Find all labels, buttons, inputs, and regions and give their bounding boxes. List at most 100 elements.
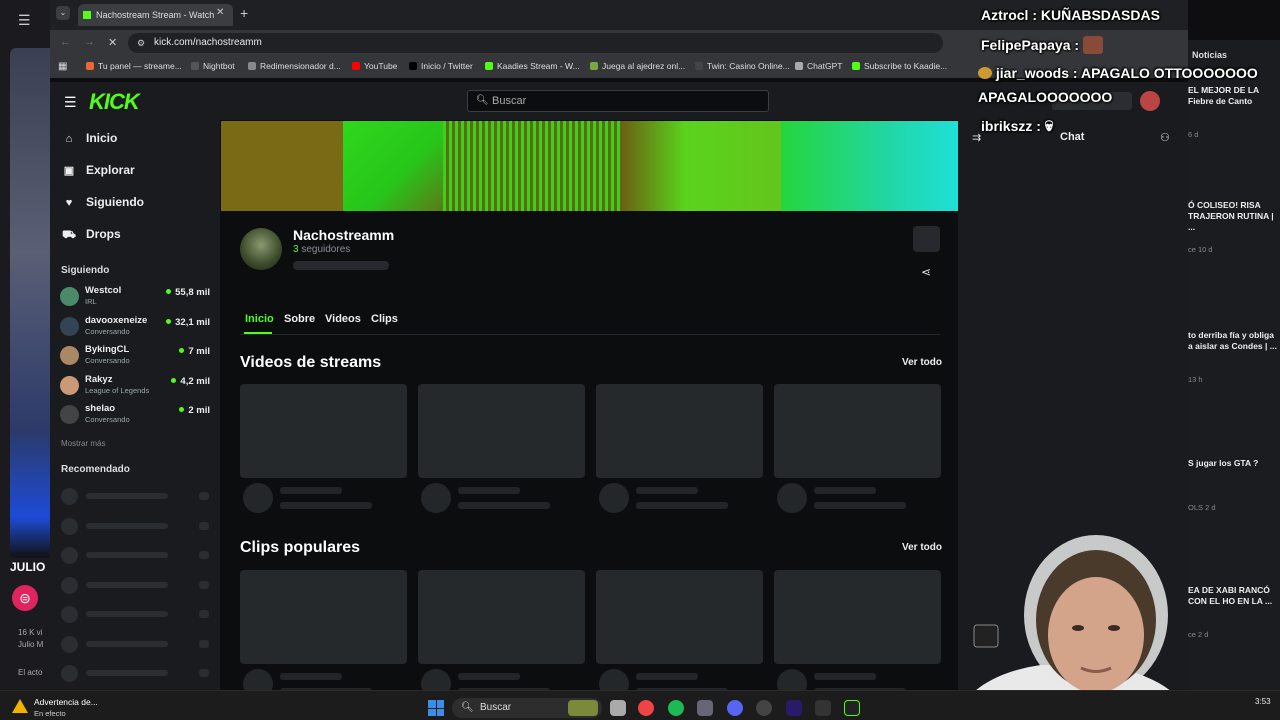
see-all-clips-link[interactable]: Ver todo	[902, 542, 942, 553]
search-input[interactable]: 🔍︎ Buscar	[467, 90, 769, 112]
news-heading: Noticias	[1192, 50, 1228, 60]
adjacent-text: El acto	[18, 668, 43, 677]
nav-label: Siguiendo	[86, 195, 144, 209]
clip-card-placeholder[interactable]	[596, 570, 763, 664]
news-item-title[interactable]: to derriba fía y obliga a aislar as Cond…	[1188, 330, 1280, 352]
bookmark-item[interactable]: Subscribe to Kaadie...	[852, 61, 947, 71]
nav-drops[interactable]: ⛟ Drops	[62, 227, 121, 243]
app-icon[interactable]	[697, 700, 713, 716]
bookmark-item[interactable]: YouTube	[352, 61, 397, 71]
sidebar-toggle-icon[interactable]: ☰	[64, 94, 77, 111]
kick-app-icon[interactable]	[844, 700, 860, 716]
tab-search-icon[interactable]: ⌄	[56, 6, 70, 20]
channel-avatar[interactable]	[240, 228, 282, 270]
file-explorer-icon[interactable]	[610, 700, 626, 716]
microphone	[973, 624, 999, 648]
collapse-chat-icon[interactable]: ⇉	[972, 131, 981, 144]
bookmark-favicon-icon	[590, 62, 598, 70]
tab-clips[interactable]: Clips	[371, 313, 398, 325]
warning-icon[interactable]	[12, 699, 28, 713]
placeholder-text	[636, 487, 698, 494]
bookmark-item[interactable]: Kaadies Stream - W...	[485, 61, 580, 71]
users-icon[interactable]: ⚇	[1160, 131, 1170, 144]
following-category: Conversando	[85, 356, 130, 365]
menu-icon[interactable]: ☰	[18, 12, 31, 29]
bookmark-item[interactable]: Nightbot	[191, 61, 235, 71]
news-item-title[interactable]: EL MEJOR DE LA Fiebre de Canto	[1188, 85, 1280, 107]
tab-sobre[interactable]: Sobre	[284, 313, 315, 325]
news-item-meta: 13 h	[1188, 375, 1203, 384]
bookmark-item[interactable]: ChatGPT	[795, 61, 842, 71]
url-bar[interactable]: ⚙ kick.com/nachostreamm	[128, 33, 943, 53]
home-icon: ⌂	[65, 133, 73, 145]
bookmark-item[interactable]: Twin: Casino Online...	[695, 61, 790, 71]
news-item-title[interactable]: S jugar los GTA ?	[1188, 458, 1280, 469]
clip-card-placeholder[interactable]	[418, 570, 585, 664]
app-icon[interactable]	[815, 700, 831, 716]
browser-tab[interactable]: Nachostream Stream - Watch	[78, 4, 233, 26]
search-icon: 🔍︎	[476, 95, 489, 106]
compass-icon: ▣	[63, 165, 75, 177]
video-card-placeholder[interactable]	[240, 384, 407, 478]
nav-home[interactable]: ⌂ Inicio	[62, 131, 118, 145]
bookmark-favicon-icon	[352, 62, 360, 70]
nav-following[interactable]: ♥ Siguiendo	[62, 195, 144, 209]
video-card-placeholder[interactable]	[418, 384, 585, 478]
news-item-title[interactable]: EA DE XABI RANCÓ CON EL HO EN LA ...	[1188, 585, 1280, 607]
stop-loading-icon[interactable]: ✕	[108, 36, 117, 49]
placeholder-text	[280, 502, 372, 509]
user-avatar[interactable]	[1140, 91, 1160, 111]
following-channel-bykingcl[interactable]: BykingCL Conversando 7 mil	[60, 344, 210, 370]
followers-number: 3	[293, 244, 299, 255]
site-info-icon[interactable]: ⚙	[137, 33, 145, 53]
badge-icon	[978, 67, 992, 79]
bookmark-favicon-icon	[409, 62, 417, 70]
video-card-placeholder[interactable]	[774, 384, 941, 478]
kick-logo[interactable]: KICK	[89, 89, 140, 115]
chrome-icon[interactable]	[638, 700, 654, 716]
warning-title[interactable]: Advertencia de...	[34, 697, 98, 707]
close-tab-icon[interactable]: ✕	[216, 7, 224, 18]
follow-button-placeholder[interactable]	[913, 226, 940, 252]
share-icon[interactable]: ⋖	[921, 265, 931, 279]
discord-icon[interactable]	[727, 700, 743, 716]
forward-icon[interactable]: →	[84, 36, 95, 48]
bookmark-item[interactable]: Juega al ajedrez onl...	[590, 61, 685, 71]
tab-videos[interactable]: Videos	[325, 313, 361, 325]
adjacent-channel-name: JULIO	[10, 560, 46, 574]
following-channel-westcol[interactable]: Westcol IRL 55,8 mil	[60, 285, 210, 311]
new-tab-icon[interactable]: +	[240, 5, 248, 21]
following-channel-rakyz[interactable]: Rakyz League of Legends 4,2 mil	[60, 374, 210, 400]
spotify-icon[interactable]	[668, 700, 684, 716]
app-icon[interactable]	[756, 700, 772, 716]
following-channel-davooxeneize[interactable]: davooxeneize Conversando 32,1 mil	[60, 315, 210, 341]
channel-name: Nachostreamm	[293, 227, 395, 243]
news-item-title[interactable]: Ó COLISEO! RISA TRAJERON RUTINA | ...	[1188, 200, 1280, 233]
viewer-count: 4,2 mil	[171, 376, 210, 387]
windows-start-icon[interactable]	[428, 700, 444, 716]
bookmark-item[interactable]: Redimensionador d...	[248, 61, 341, 71]
overlay-chat-line: FelipePapaya :	[981, 36, 1103, 54]
bookmark-item[interactable]: Tu panel — streame...	[86, 61, 182, 71]
widget-icon[interactable]	[568, 700, 598, 716]
video-card-placeholder[interactable]	[596, 384, 763, 478]
clip-card-placeholder[interactable]	[774, 570, 941, 664]
bookmark-item[interactable]: Inicio / Twitter	[409, 61, 473, 71]
taskbar-search-label: Buscar	[480, 702, 512, 713]
placeholder-text	[814, 502, 906, 509]
bookmark-label: Inicio / Twitter	[421, 61, 473, 71]
following-channel-shelao[interactable]: shelao Conversando 2 mil	[60, 403, 210, 429]
chat-user: jiar_woods	[995, 65, 1070, 81]
placeholder-avatar	[421, 483, 451, 513]
nav-explore[interactable]: ▣ Explorar	[62, 163, 135, 177]
clip-card-placeholder[interactable]	[240, 570, 407, 664]
see-all-streams-link[interactable]: Ver todo	[902, 357, 942, 368]
active-tab-indicator	[244, 332, 272, 334]
overlay-chat-line: jiar_woods : APAGALO OTTOOOOOOO	[978, 65, 1258, 81]
premiere-icon[interactable]	[786, 700, 802, 716]
back-icon[interactable]: ←	[60, 36, 71, 48]
show-more-link[interactable]: Mostrar más	[61, 439, 105, 448]
apps-icon[interactable]: ▦	[58, 61, 67, 72]
tab-inicio[interactable]: Inicio	[245, 313, 274, 325]
overlay-chat-line: APAGALOOOOOOO	[978, 89, 1112, 105]
